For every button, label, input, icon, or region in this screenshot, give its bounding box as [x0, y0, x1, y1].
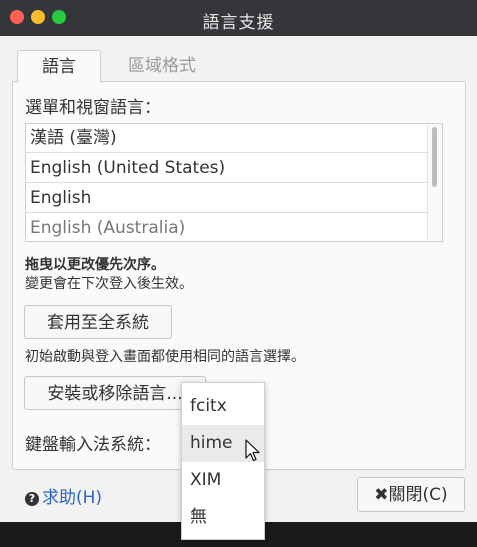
mouse-cursor-icon — [245, 439, 260, 462]
drag-hint: 拖曳以更改優先次序。 — [25, 257, 165, 273]
window-title: 語言支援 — [202, 13, 275, 33]
menu-language-heading: 選單和視窗語言： — [25, 98, 161, 118]
help-label: 求助(H) — [42, 488, 103, 508]
option-xim[interactable]: XIM — [182, 462, 264, 499]
list-item[interactable]: English (United States) — [26, 154, 440, 183]
tab-language[interactable]: 語言 — [17, 50, 101, 83]
list-item[interactable]: 漢語 (臺灣) — [26, 124, 440, 153]
install-remove-languages-button[interactable]: 安裝或移除語言... — [24, 376, 206, 410]
close-button[interactable]: ✖關閉(C) — [357, 477, 465, 512]
option-none[interactable]: 無 — [182, 499, 264, 536]
apply-system-wide-button[interactable]: 套用至全系統 — [24, 305, 172, 339]
input-method-label: 鍵盤輸入法系統： — [25, 435, 161, 455]
tab-regional-formats[interactable]: 區域格式 — [112, 50, 212, 82]
effect-hint: 變更會在下次登入後生效。 — [25, 276, 193, 292]
list-item[interactable]: English (Australia) — [26, 214, 440, 241]
option-fcitx[interactable]: fcitx — [182, 388, 264, 425]
help-icon: ? — [25, 492, 39, 506]
help-link[interactable]: ? 求助(H) — [25, 483, 102, 508]
list-item[interactable]: English — [26, 184, 440, 213]
scrollbar-thumb[interactable] — [432, 127, 437, 187]
apply-hint: 初始啟動與登入畫面都使用相同的語言選擇。 — [25, 349, 305, 365]
language-list[interactable]: 漢語 (臺灣) English (United States) English … — [25, 123, 443, 242]
close-icon: ✖ — [374, 485, 389, 505]
close-label: 關閉(C) — [388, 485, 448, 505]
list-scrollbar[interactable] — [427, 124, 442, 241]
titlebar: 語言支援 — [0, 0, 477, 36]
